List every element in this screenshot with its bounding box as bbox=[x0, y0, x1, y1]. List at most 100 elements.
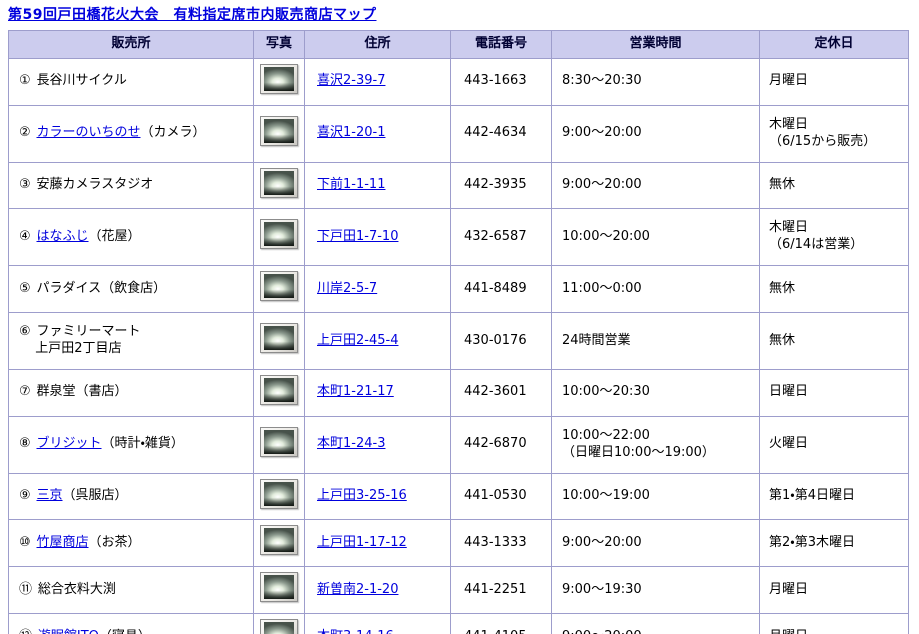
holiday-text: 火曜日 bbox=[769, 436, 809, 452]
address-cell: 新曽南2-1-20 bbox=[304, 566, 451, 615]
shop-photo-thumbnail[interactable] bbox=[260, 374, 298, 405]
photo-icon bbox=[264, 170, 294, 195]
address-link[interactable]: 本町1-21-17 bbox=[317, 384, 394, 399]
row-number: ③ bbox=[19, 177, 31, 193]
table-row: ⑥ ファミリーマート 上戸田2丁目店 上戸田2-45-4 430-0176 24時… bbox=[8, 312, 909, 370]
shop-name-cell: ⑨ 三京（呉服店） bbox=[8, 472, 254, 521]
shop-name-cell: ⑤ パラダイス（飲食店） bbox=[8, 265, 254, 314]
shop-name-text: パラダイス（飲食店） bbox=[36, 280, 167, 296]
shop-photo-thumbnail[interactable] bbox=[260, 115, 298, 146]
phone-number: 442-3935 bbox=[464, 177, 527, 193]
hours-text: 9:00～20:00 bbox=[562, 125, 642, 141]
hours-line2: （日曜日10:00～19:00） bbox=[562, 444, 715, 460]
shop-photo-thumbnail[interactable] bbox=[260, 219, 298, 250]
photo-icon bbox=[264, 118, 294, 143]
photo-cell bbox=[253, 613, 305, 634]
phone-cell: 442-4634 bbox=[450, 104, 552, 163]
address-cell: 下前1-1-11 bbox=[304, 161, 451, 210]
phone-number: 442-4634 bbox=[464, 125, 527, 141]
shop-photo-thumbnail[interactable] bbox=[260, 619, 298, 634]
photo-cell bbox=[253, 368, 305, 417]
phone-number: 443-1663 bbox=[464, 73, 527, 89]
shop-name-text: （花屋） bbox=[88, 228, 141, 244]
shop-name-text: （呉服店） bbox=[62, 488, 128, 504]
shop-photo-thumbnail[interactable] bbox=[260, 478, 298, 509]
holiday-cell: 月曜日 bbox=[759, 566, 909, 615]
photo-cell bbox=[253, 472, 305, 521]
shop-name-cell: ⑥ ファミリーマート 上戸田2丁目店 bbox=[8, 312, 254, 370]
shop-name-link[interactable]: 竹屋商店 bbox=[37, 535, 89, 550]
address-cell: 上戸田1-17-12 bbox=[304, 519, 451, 568]
shop-name-link[interactable]: はなふじ bbox=[37, 229, 89, 244]
phone-cell: 442-3601 bbox=[450, 368, 552, 417]
row-number: ⑦ bbox=[19, 384, 31, 400]
address-link[interactable]: 本町3-14-16 bbox=[317, 629, 394, 634]
shop-photo-thumbnail[interactable] bbox=[260, 572, 298, 603]
shop-photo-thumbnail[interactable] bbox=[260, 167, 298, 198]
shop-name-line2: 上戸田2丁目店 bbox=[35, 341, 122, 357]
phone-number: 443-1333 bbox=[464, 534, 527, 550]
hours-cell: 9:00～19:30 bbox=[551, 566, 760, 615]
address-link[interactable]: 上戸田3-25-16 bbox=[317, 488, 407, 503]
row-number: ⑥ bbox=[19, 324, 31, 340]
shop-name-text: 安藤カメラスタジオ bbox=[36, 177, 154, 193]
phone-cell: 430-0176 bbox=[450, 312, 552, 370]
holiday-line2: （6/15から販売） bbox=[769, 133, 877, 149]
page: 第59回戸田橋花火大会 有料指定席市内販売商店マップ 販売所 写真 住所 電話番… bbox=[0, 0, 919, 634]
photo-cell bbox=[253, 415, 305, 474]
address-cell: 喜沢1-20-1 bbox=[304, 104, 451, 163]
address-link[interactable]: 下前1-1-11 bbox=[317, 177, 385, 192]
shop-name-link[interactable]: ブリジット bbox=[37, 436, 102, 451]
phone-number: 441-2251 bbox=[464, 581, 527, 597]
row-number: ④ bbox=[19, 228, 31, 244]
photo-icon bbox=[264, 377, 294, 402]
shop-name-link[interactable]: 遊眠館ITO bbox=[38, 629, 99, 634]
phone-cell: 441-8489 bbox=[450, 265, 552, 314]
holiday-cell: 月曜日 bbox=[759, 57, 909, 106]
photo-icon bbox=[264, 274, 294, 299]
address-link[interactable]: 川岸2-5-7 bbox=[317, 281, 377, 296]
address-link[interactable]: 上戸田2-45-4 bbox=[317, 333, 398, 348]
table-row: ⑤ パラダイス（飲食店） 川岸2-5-7 441-8489 11:00～0:00 … bbox=[8, 265, 909, 314]
phone-cell: 442-6870 bbox=[450, 415, 552, 474]
holiday-text: 月曜日 bbox=[769, 629, 808, 634]
photo-icon bbox=[264, 528, 294, 553]
holiday-cell: 木曜日 （6/14は営業） bbox=[759, 208, 909, 267]
shop-name-link[interactable]: 三京 bbox=[37, 488, 63, 503]
photo-cell bbox=[253, 312, 305, 370]
shop-photo-thumbnail[interactable] bbox=[260, 525, 298, 556]
holiday-text: 第1・第4日曜日 bbox=[769, 488, 855, 504]
phone-cell: 443-1663 bbox=[450, 57, 552, 106]
address-link[interactable]: 下戸田1-7-10 bbox=[317, 229, 398, 244]
shop-name-text: 長谷川サイクル bbox=[36, 73, 127, 89]
photo-icon bbox=[264, 622, 294, 634]
hours-cell: 8:30～20:30 bbox=[551, 57, 760, 106]
row-number: ② bbox=[19, 125, 31, 141]
holiday-line2: （6/14は営業） bbox=[769, 237, 864, 253]
hours-text: 9:00～20:00 bbox=[562, 629, 642, 634]
shop-name-link[interactable]: カラーのいちのせ bbox=[37, 125, 141, 140]
shop-name-text: 総合衣料大渕 bbox=[37, 581, 116, 597]
photo-cell bbox=[253, 519, 305, 568]
page-title-link[interactable]: 第59回戸田橋花火大会 有料指定席市内販売商店マップ bbox=[8, 7, 376, 23]
phone-number: 442-3601 bbox=[464, 384, 527, 400]
address-link[interactable]: 上戸田1-17-12 bbox=[317, 535, 407, 550]
address-link[interactable]: 喜沢2-39-7 bbox=[317, 73, 385, 88]
shop-name-cell: ③ 安藤カメラスタジオ bbox=[8, 161, 254, 210]
shop-photo-thumbnail[interactable] bbox=[260, 63, 298, 94]
hours-text: 10:00～20:00 bbox=[562, 228, 650, 244]
holiday-cell: 木曜日 （6/15から販売） bbox=[759, 104, 909, 163]
address-link[interactable]: 新曽南2-1-20 bbox=[317, 582, 398, 597]
shop-photo-thumbnail[interactable] bbox=[260, 426, 298, 457]
address-cell: 本町3-14-16 bbox=[304, 613, 451, 634]
table-header-row: 販売所 写真 住所 電話番号 営業時間 定休日 bbox=[8, 30, 909, 59]
hours-text: 10:00～19:00 bbox=[562, 488, 650, 504]
row-number: ⑧ bbox=[19, 436, 31, 452]
shop-photo-thumbnail[interactable] bbox=[260, 323, 298, 354]
address-link[interactable]: 喜沢1-20-1 bbox=[317, 125, 385, 140]
shop-name-text: 群泉堂（書店） bbox=[36, 384, 128, 400]
shop-photo-thumbnail[interactable] bbox=[260, 271, 298, 302]
hours-cell: 9:00～20:00 bbox=[551, 519, 760, 568]
address-link[interactable]: 本町1-24-3 bbox=[317, 436, 385, 451]
photo-cell bbox=[253, 265, 305, 314]
